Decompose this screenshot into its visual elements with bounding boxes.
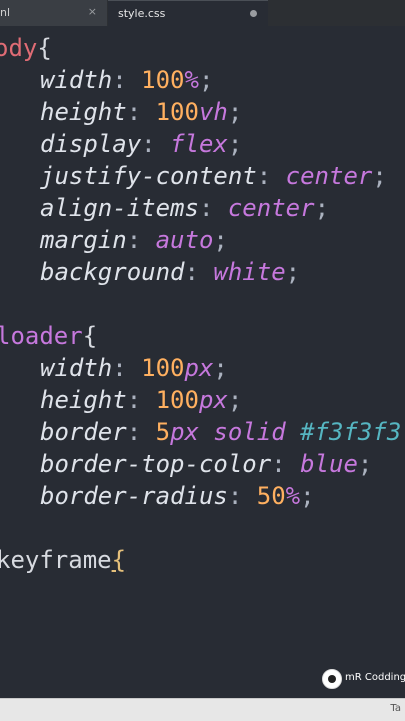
number: 50 (256, 482, 286, 510)
code-line: width: 100%; (40, 66, 214, 94)
property: height (40, 386, 127, 414)
property: border (40, 418, 127, 446)
value: white (213, 258, 286, 286)
code-line: border: 5px solid #f3f3f3 (40, 418, 402, 446)
property: border-top-color (40, 450, 272, 478)
code-line: border-radius: 50%; (40, 482, 315, 510)
unit: % (184, 66, 199, 94)
number: 100 (155, 386, 199, 414)
code-line: ody{ (0, 32, 52, 64)
watermark-text: mR Codding (345, 672, 405, 683)
brace: { (37, 34, 52, 62)
property: width (40, 66, 113, 94)
code-line: keyframe{ (0, 544, 126, 576)
unit: % (285, 482, 301, 510)
selector: ody (0, 34, 38, 62)
code-editor[interactable]: ody{ width: 100%; height: 100vh; display… (0, 26, 405, 698)
value: solid (213, 418, 286, 446)
value: flex (170, 130, 228, 158)
unit: px (198, 386, 228, 414)
property: justify-content (40, 162, 257, 190)
logo-icon (322, 669, 342, 689)
property: border-radius (40, 482, 228, 510)
unit: vh (198, 98, 228, 126)
tab-label: style.css (118, 7, 166, 20)
property: height (40, 98, 127, 126)
tab-style-css[interactable]: style.css (108, 0, 268, 26)
code-line: justify-content: center; (40, 162, 387, 190)
code-line: margin: auto; (40, 226, 228, 254)
code-line: height: 100vh; (40, 98, 243, 126)
color-hash: #f3f3f3 (300, 418, 402, 446)
status-right[interactable]: Ta (390, 703, 401, 714)
tab-bar: nl × style.css (0, 0, 405, 27)
code-line: loader{ (0, 320, 97, 352)
unit: px (184, 354, 214, 382)
property: display (40, 130, 142, 158)
code-line: border-top-color: blue; (40, 450, 373, 478)
property: margin (40, 226, 127, 254)
code-line: width: 100px; (40, 354, 228, 382)
brace: { (111, 546, 127, 574)
value: center (285, 162, 373, 190)
tab-html[interactable]: nl × (0, 0, 107, 26)
number: 5 (155, 418, 171, 446)
code-line: height: 100px; (40, 386, 243, 414)
code-line: background: white; (40, 258, 301, 286)
number: 100 (141, 354, 185, 382)
tab-label: nl (0, 6, 11, 19)
value: blue (300, 450, 358, 478)
brace: { (82, 322, 98, 350)
property: align-items (40, 194, 199, 222)
code-line: display: flex; (40, 130, 243, 158)
value: auto (155, 226, 214, 254)
close-icon[interactable]: × (88, 5, 97, 18)
unit: px (170, 418, 199, 446)
number: 100 (141, 66, 185, 94)
unsaved-dot-icon[interactable] (250, 10, 257, 17)
property: background (40, 258, 185, 286)
tab-bar-empty (268, 0, 405, 26)
number: 100 (155, 98, 199, 126)
code-line: align-items: center; (40, 194, 330, 222)
status-bar: Ta (0, 698, 405, 721)
at-rule: keyframe (0, 546, 112, 574)
property: width (40, 354, 113, 382)
value: center (227, 194, 315, 222)
selector: loader (0, 322, 83, 350)
